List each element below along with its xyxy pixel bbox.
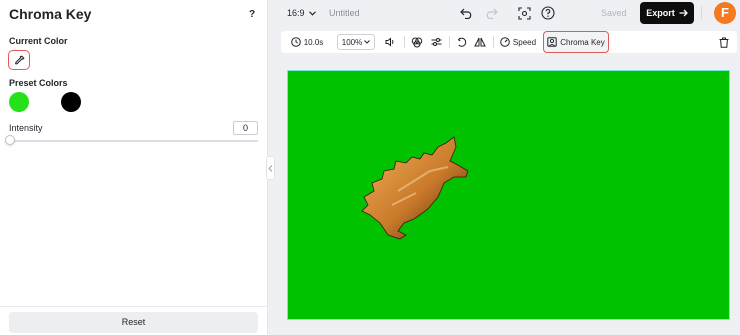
help-circle-button[interactable] (541, 6, 555, 20)
preset-swatch-white[interactable] (35, 92, 55, 112)
screenshot-button[interactable] (517, 6, 531, 20)
divider (404, 36, 405, 48)
chroma-key-label: Chroma Key (560, 37, 605, 47)
trash-icon (719, 37, 729, 48)
eyedropper-button[interactable] (8, 50, 30, 70)
starfish-object[interactable] (358, 131, 478, 246)
filters-button[interactable] (410, 31, 424, 53)
chroma-key-button[interactable]: Chroma Key (543, 31, 609, 53)
undo-icon (459, 8, 471, 19)
app-logo: F (714, 2, 736, 24)
aspect-ratio-select[interactable]: 16:9 (287, 8, 316, 18)
speaker-icon (385, 37, 393, 47)
preset-swatch-green[interactable] (9, 92, 29, 112)
adjust-button[interactable] (429, 31, 443, 53)
current-color-label: Current Color (9, 36, 68, 46)
panel-title: Chroma Key (9, 6, 92, 22)
panel-divider (0, 306, 268, 307)
reset-button[interactable]: Reset (9, 312, 258, 333)
preset-swatch-black[interactable] (61, 92, 81, 112)
question-circle-icon (541, 6, 555, 20)
export-label: Export (646, 8, 675, 18)
volume-button[interactable] (383, 31, 397, 53)
duration-button[interactable]: 10.0s (289, 31, 325, 53)
zoom-select[interactable]: 100% (337, 34, 375, 50)
divider (701, 6, 702, 20)
zoom-value: 100% (341, 37, 363, 47)
document-title[interactable]: Untitled (329, 8, 360, 18)
top-bar: 16:9 Untitled Saved Export F (269, 0, 740, 27)
sliders-icon (431, 38, 441, 46)
chevron-down-icon (308, 10, 316, 16)
export-button[interactable]: Export (640, 2, 694, 24)
arrow-right-icon (679, 9, 688, 17)
undo-button[interactable] (459, 6, 473, 20)
flip-button[interactable] (473, 31, 487, 53)
rotate-button[interactable] (455, 31, 469, 53)
rotate-icon (457, 37, 467, 47)
editing-toolbar: 10.0s 100% Speed Chroma Key (281, 31, 737, 53)
preset-colors-label: Preset Colors (9, 78, 68, 88)
intensity-label: Intensity (9, 123, 43, 133)
flip-icon (474, 37, 486, 47)
intensity-slider-thumb[interactable] (5, 135, 15, 145)
speed-button[interactable]: Speed (498, 31, 538, 53)
divider (493, 36, 494, 48)
save-status: Saved (601, 8, 627, 18)
delete-button[interactable] (717, 31, 731, 53)
redo-icon (486, 8, 498, 19)
help-button[interactable]: ? (246, 9, 258, 21)
logo-letter: F (721, 5, 729, 20)
aspect-ratio-value: 16:9 (287, 8, 305, 18)
speed-label: Speed (512, 37, 537, 47)
chroma-key-panel: Chroma Key ? Current Color Preset Colors… (0, 0, 268, 335)
chevron-down-icon (364, 40, 371, 44)
screenshot-icon (517, 6, 531, 20)
clock-icon (290, 37, 301, 47)
intensity-slider-track[interactable] (9, 140, 258, 142)
duration-value: 10.0s (303, 37, 324, 47)
eyedropper-icon (14, 55, 24, 64)
redo-button[interactable] (484, 6, 498, 20)
speedometer-icon (500, 37, 510, 47)
divider (449, 36, 450, 48)
chevron-left-icon (268, 164, 273, 172)
collapse-panel-handle[interactable] (266, 156, 275, 180)
intensity-input[interactable]: 0 (233, 121, 258, 135)
video-canvas[interactable] (287, 70, 730, 320)
chroma-key-icon (547, 37, 557, 47)
filters-icon (411, 37, 423, 47)
